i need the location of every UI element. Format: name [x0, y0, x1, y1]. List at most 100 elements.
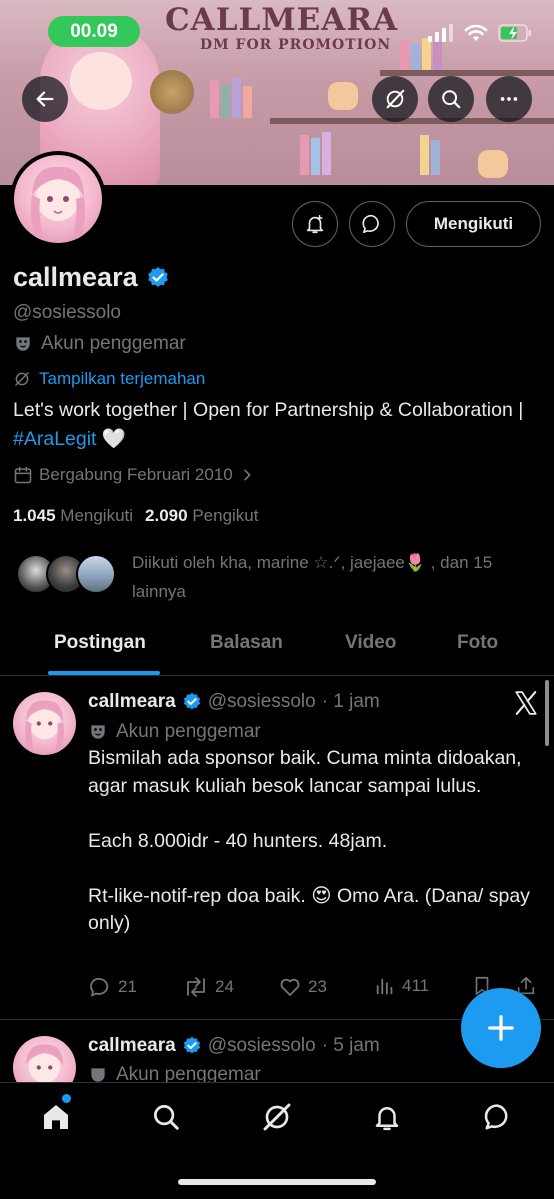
x-logo-icon[interactable] [513, 690, 539, 716]
following-label: Mengikuti [60, 506, 134, 525]
profile-bio: Let's work together | Open for Partnersh… [13, 396, 533, 454]
banner-subtitle: DM FOR PROMOTION [200, 37, 392, 53]
views-button[interactable]: 411 [374, 975, 429, 997]
mask-icon [16, 337, 30, 351]
profile-avatar[interactable] [10, 151, 106, 247]
post-author-handle: @sosiessolo [207, 1035, 316, 1056]
verified-badge-icon[interactable] [146, 266, 170, 290]
battery-charging-icon [498, 24, 531, 42]
follow-counts: 1.045 Mengikuti 2.090 Pengikut [13, 506, 259, 526]
verified-badge-icon [183, 1036, 200, 1054]
following-count: 1.045 [13, 506, 56, 525]
bio-emoji: 🤍 [96, 428, 127, 450]
reply-button[interactable]: 21 [88, 975, 137, 999]
like-button[interactable]: 23 [278, 975, 327, 999]
grok-translate-icon [15, 372, 29, 386]
post-author-name[interactable]: callmeara [88, 1035, 176, 1057]
post-timestamp[interactable]: · 5 jam [322, 1035, 380, 1057]
views-count: 411 [402, 976, 430, 995]
nav-grok[interactable] [257, 1097, 297, 1137]
chevron-right-icon [243, 469, 251, 481]
compose-post-button[interactable] [461, 988, 541, 1068]
follower-avatar [76, 554, 116, 594]
more-button[interactable] [486, 76, 532, 122]
arrow-left-icon [36, 91, 54, 107]
nav-notifications[interactable] [367, 1097, 407, 1137]
grok-icon [386, 89, 405, 109]
home-notification-dot [62, 1094, 71, 1103]
profile-tabs: Postingan Balasan Video Foto [0, 618, 554, 676]
repost-count: 24 [215, 977, 234, 996]
bio-hashtag-link[interactable]: #AraLegit [13, 428, 96, 450]
show-translation-link[interactable]: Tampilkan terjemahan [13, 369, 205, 389]
joined-date-row[interactable]: Bergabung Februari 2010 [13, 465, 255, 485]
chat-bubble-icon [484, 1104, 508, 1130]
banner-title: CALLMEARA [165, 2, 399, 38]
bio-text: Let's work together | Open for Partnersh… [13, 399, 524, 421]
post-author-avatar[interactable] [13, 692, 76, 755]
post-header: callmeara @sosiessolo · 5 jam [88, 1035, 380, 1057]
notifications-subscribe-button[interactable] [292, 201, 338, 247]
fan-account-label: Akun penggemar [13, 333, 186, 355]
post-timestamp[interactable]: · 1 jam [322, 691, 380, 713]
avatar-illustration [30, 166, 86, 243]
fan-account-text: Akun penggemar [41, 333, 186, 354]
post-fan-text: Akun penggemar [116, 721, 261, 742]
following-count-link[interactable]: 1.045 Mengikuti [13, 506, 133, 526]
post-author-handle: @sosiessolo [207, 691, 316, 712]
grok-button[interactable] [372, 76, 418, 122]
verified-badge-icon [183, 692, 200, 710]
search-icon [154, 1105, 179, 1130]
post-text: Bismilah ada sponsor baik. Cuma minta di… [88, 747, 530, 934]
grok-icon [263, 1103, 291, 1131]
post-header: callmeara @sosiessolo · 1 jam [88, 691, 380, 713]
wifi-icon [464, 24, 488, 41]
scrollbar[interactable] [545, 680, 549, 746]
joined-date-text: Bergabung Februari 2010 [39, 465, 233, 484]
followers-count: 2.090 [145, 506, 188, 525]
home-indicator[interactable] [178, 1179, 376, 1185]
followed-by-avatars[interactable] [16, 554, 116, 594]
profile-name: callmeara [13, 262, 170, 293]
post-fan-label: Akun penggemar [88, 721, 261, 743]
followed-by-text[interactable]: Diikuti oleh kha, marine ☆.ᐟ, jaejaee🌷 ,… [132, 548, 537, 606]
tab-posts[interactable]: Postingan [54, 632, 146, 654]
home-icon [44, 1105, 68, 1129]
heart-icon [280, 978, 300, 996]
nav-search[interactable] [146, 1097, 186, 1137]
show-translation-text[interactable]: Tampilkan terjemahan [39, 369, 205, 389]
calendar-icon [14, 466, 32, 484]
active-tab-indicator [48, 671, 160, 675]
plus-icon [488, 1015, 514, 1041]
followers-count-link[interactable]: 2.090 Pengikut [145, 506, 258, 526]
nav-messages[interactable] [478, 1097, 518, 1137]
bell-plus-icon [306, 215, 324, 234]
nav-home[interactable] [36, 1097, 76, 1137]
chat-bubble-icon [362, 214, 379, 234]
like-count: 23 [308, 977, 327, 996]
followers-label: Pengikut [192, 506, 259, 525]
search-button[interactable] [428, 76, 474, 122]
reply-icon [90, 977, 109, 997]
back-button[interactable] [22, 76, 68, 122]
status-icons [428, 24, 532, 42]
views-chart-icon [376, 978, 393, 995]
reply-count: 21 [118, 977, 137, 996]
tab-replies[interactable]: Balasan [210, 632, 283, 654]
tab-video[interactable]: Video [345, 632, 396, 654]
post-actions: 21 24 23 411 [88, 975, 538, 1003]
search-icon [442, 90, 461, 109]
more-dots-icon [500, 97, 518, 101]
following-button[interactable]: Mengikuti [406, 201, 541, 247]
bell-icon [375, 1107, 399, 1131]
post-author-name[interactable]: callmeara [88, 691, 176, 713]
repost-button[interactable]: 24 [183, 975, 234, 999]
status-time[interactable]: 00.09 [48, 16, 140, 47]
tab-photos[interactable]: Foto [457, 632, 498, 654]
bottom-navigation [0, 1082, 554, 1199]
signal-icon [428, 24, 453, 42]
avatar-illustration [25, 700, 64, 755]
mask-icon [91, 725, 105, 739]
message-button[interactable] [349, 201, 395, 247]
profile-name-text: callmeara [13, 262, 138, 292]
